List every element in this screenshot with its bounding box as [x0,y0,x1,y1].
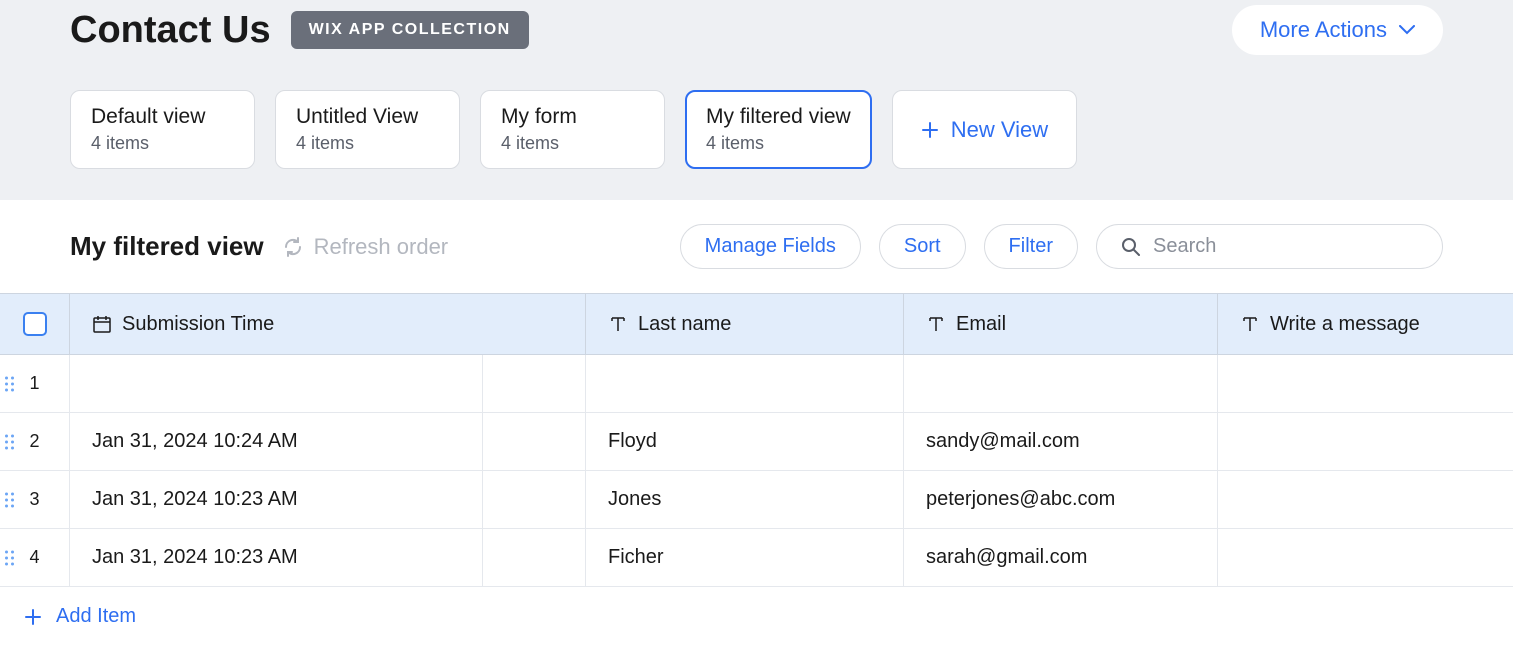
table-row[interactable]: 4Jan 31, 2024 10:23 AMFichersarah@gmail.… [0,529,1513,587]
plus-icon [24,608,42,626]
refresh-icon [282,236,304,258]
column-header-message[interactable]: Write a message [1218,294,1513,354]
cell-email[interactable]: sandy@mail.com [904,413,1218,470]
page-title: Contact Us [70,9,271,52]
new-view-button[interactable]: New View [892,90,1077,169]
column-label-submission: Submission Time [122,313,274,336]
current-view-name: My filtered view [70,231,264,262]
drag-handle-icon[interactable] [5,434,14,449]
cell-submission-time[interactable]: Jan 31, 2024 10:23 AM [70,471,586,528]
tab-label: My form [501,105,644,129]
tab-label: Default view [91,105,234,129]
cell-email[interactable]: sarah@gmail.com [904,529,1218,586]
drag-handle-icon[interactable] [5,376,14,391]
cell-message[interactable] [1218,413,1513,470]
more-actions-label: More Actions [1260,17,1387,43]
plus-icon [921,121,939,139]
column-header-last-name[interactable]: Last name [586,294,904,354]
cell-email[interactable]: peterjones@abc.com [904,471,1218,528]
add-item-button[interactable]: Add Item [0,587,1513,646]
cell-email[interactable] [904,355,1218,412]
filter-button[interactable]: Filter [984,224,1078,269]
select-all-checkbox[interactable] [23,312,47,336]
table-row[interactable]: 2Jan 31, 2024 10:24 AMFloydsandy@mail.co… [0,413,1513,471]
column-header-submission[interactable]: Submission Time [70,294,586,354]
tab-count: 4 items [501,133,644,154]
search-container[interactable] [1096,224,1443,269]
tab-count: 4 items [91,133,234,154]
tab-count: 4 items [706,133,851,154]
cell-message[interactable] [1218,529,1513,586]
new-view-label: New View [951,117,1048,143]
drag-handle-icon[interactable] [5,492,14,507]
text-icon [608,314,628,334]
tab-label: Untitled View [296,105,439,129]
row-number[interactable]: 3 [0,471,70,528]
chevron-down-icon [1399,25,1415,35]
table-header: Submission Time Last name Email Write a … [0,293,1513,355]
text-icon [1240,314,1260,334]
cell-message[interactable] [1218,471,1513,528]
tab-label: My filtered view [706,105,851,129]
column-label-message: Write a message [1270,313,1420,336]
collection-badge: WIX APP COLLECTION [291,11,529,49]
search-input[interactable] [1153,235,1418,258]
cell-submission-time[interactable]: Jan 31, 2024 10:24 AM [70,413,586,470]
column-label-last-name: Last name [638,313,731,336]
cell-last-name[interactable]: Floyd [586,413,904,470]
row-number[interactable]: 4 [0,529,70,586]
row-number[interactable]: 1 [0,355,70,412]
cell-submission-time[interactable]: Jan 31, 2024 10:23 AM [70,529,586,586]
cell-last-name[interactable]: Ficher [586,529,904,586]
search-icon [1121,237,1141,257]
view-tab[interactable]: My filtered view 4 items [685,90,872,169]
add-item-label: Add Item [56,605,136,628]
view-tab[interactable]: My form 4 items [480,90,665,169]
row-number[interactable]: 2 [0,413,70,470]
cell-message[interactable] [1218,355,1513,412]
table-row[interactable]: 3Jan 31, 2024 10:23 AMJonespeterjones@ab… [0,471,1513,529]
calendar-icon [92,314,112,334]
text-icon [926,314,946,334]
drag-handle-icon[interactable] [5,550,14,565]
refresh-order-button[interactable]: Refresh order [282,234,449,260]
sort-button[interactable]: Sort [879,224,966,269]
cell-submission-time[interactable] [70,355,586,412]
view-tab[interactable]: Default view 4 items [70,90,255,169]
view-tab[interactable]: Untitled View 4 items [275,90,460,169]
refresh-order-label: Refresh order [314,234,449,260]
table-row[interactable]: 1 [0,355,1513,413]
manage-fields-button[interactable]: Manage Fields [680,224,861,269]
column-label-email: Email [956,313,1006,336]
cell-last-name[interactable] [586,355,904,412]
column-header-email[interactable]: Email [904,294,1218,354]
cell-last-name[interactable]: Jones [586,471,904,528]
tab-count: 4 items [296,133,439,154]
more-actions-button[interactable]: More Actions [1232,5,1443,55]
